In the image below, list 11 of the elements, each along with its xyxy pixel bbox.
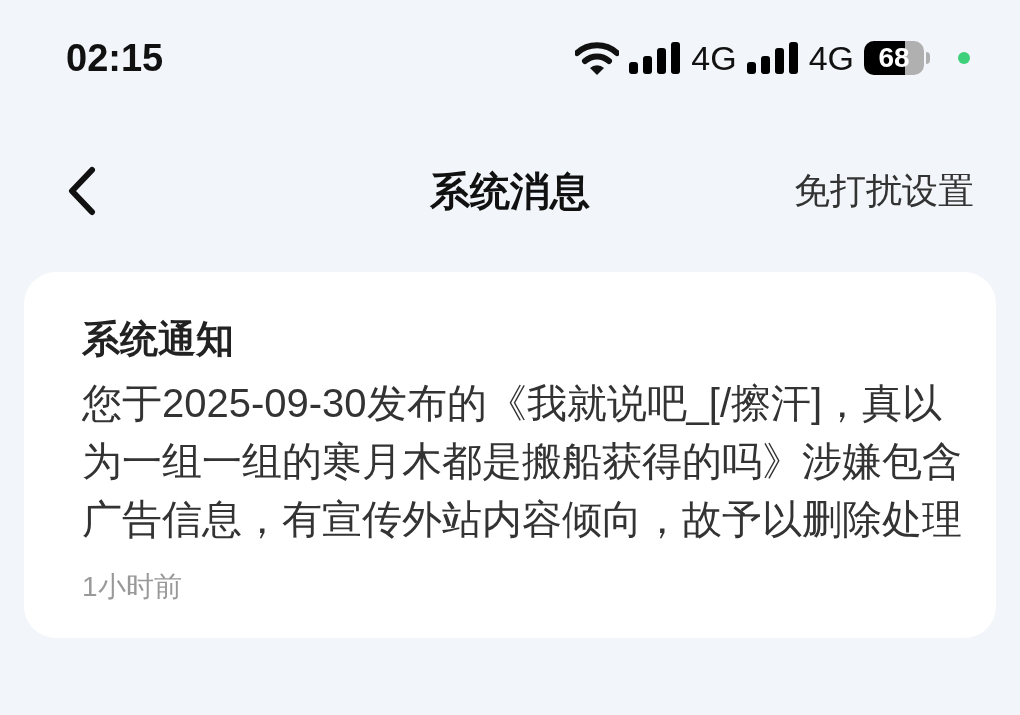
network-label: 4G <box>691 37 737 79</box>
status-time: 02:15 <box>66 35 164 81</box>
page-title: 系统消息 <box>430 168 590 215</box>
signal-icon <box>746 42 799 74</box>
message-time: 1小时前 <box>82 570 183 604</box>
signal-icon <box>629 42 682 74</box>
do-not-disturb-link[interactable]: 免打扰设置 <box>794 164 974 218</box>
wifi-icon <box>575 41 620 75</box>
message-body: 您于2025-09-30发布的《我就说吧_[/擦汗]，真以为一组一组的寒月木都是搬船获得的吗》涉嫌包含广告信息，有宣传外站内容倾向，故予以删除处理 <box>82 380 963 543</box>
card-title: 系统通知 <box>82 317 235 362</box>
network-label: 4G <box>808 37 854 79</box>
